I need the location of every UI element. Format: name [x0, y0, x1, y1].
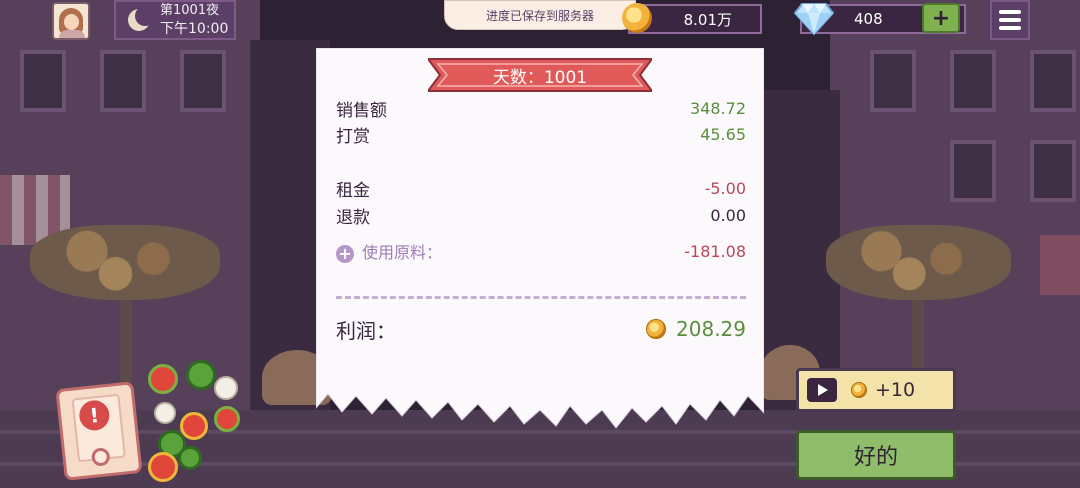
sales-label: 销售额	[336, 100, 387, 121]
ingredients-row[interactable]: + 使用原料： -181.08	[336, 239, 746, 263]
receipt-divider	[336, 296, 746, 299]
tips-value: 45.65	[700, 124, 746, 144]
coin-icon	[851, 382, 867, 398]
coin-icon	[646, 319, 667, 339]
night-count: 第1001夜	[160, 3, 220, 18]
clock-time: 下午10:00	[160, 21, 229, 37]
add-circle-icon[interactable]: +	[336, 244, 354, 263]
refund-label: 退款	[336, 207, 370, 228]
ingredients-label: 使用原料：	[362, 243, 443, 262]
rent-value: -5.00	[704, 178, 746, 198]
tips-row: 打赏 45.65	[336, 122, 746, 147]
profit-row: 利润： 208.29	[336, 314, 746, 344]
ad-reward-label: +10	[875, 379, 916, 401]
day-title: 天数：1001	[492, 67, 588, 88]
coin-icon	[622, 3, 652, 33]
gem-icon	[794, 3, 834, 36]
daily-receipt: 天数：1001 销售额 348.72 打赏 45.65 租金 -5.00 退款 …	[316, 48, 764, 433]
refund-value: 0.00	[710, 205, 746, 225]
ok-button[interactable]: 好的	[796, 430, 956, 480]
menu-icon	[999, 10, 1021, 14]
ingredients-value: -181.08	[684, 241, 746, 261]
rent-row: 租金 -5.00	[336, 176, 746, 201]
menu-button[interactable]	[990, 0, 1030, 40]
watch-ad-button[interactable]: +10	[796, 368, 956, 412]
sales-value: 348.72	[690, 98, 746, 118]
coin-amount: 8.01万	[683, 10, 732, 29]
moon-icon	[124, 6, 155, 34]
profit-value: 208.29	[676, 317, 746, 341]
alert-card[interactable]: !	[55, 381, 143, 481]
gem-amount: 408	[854, 10, 883, 28]
play-icon	[807, 378, 837, 402]
tips-label: 打赏	[336, 126, 370, 147]
refund-row: 退款 0.00	[336, 203, 746, 228]
player-avatar[interactable]	[52, 2, 90, 40]
rent-label: 租金	[336, 180, 370, 201]
night-time-panel: 第1001夜 下午10:00	[114, 0, 236, 40]
sales-row: 销售额 348.72	[336, 96, 746, 121]
profit-label: 利润：	[336, 318, 396, 343]
save-toast: 进度已保存到服务器	[444, 0, 636, 30]
buy-gems-button[interactable]: +	[922, 3, 960, 33]
